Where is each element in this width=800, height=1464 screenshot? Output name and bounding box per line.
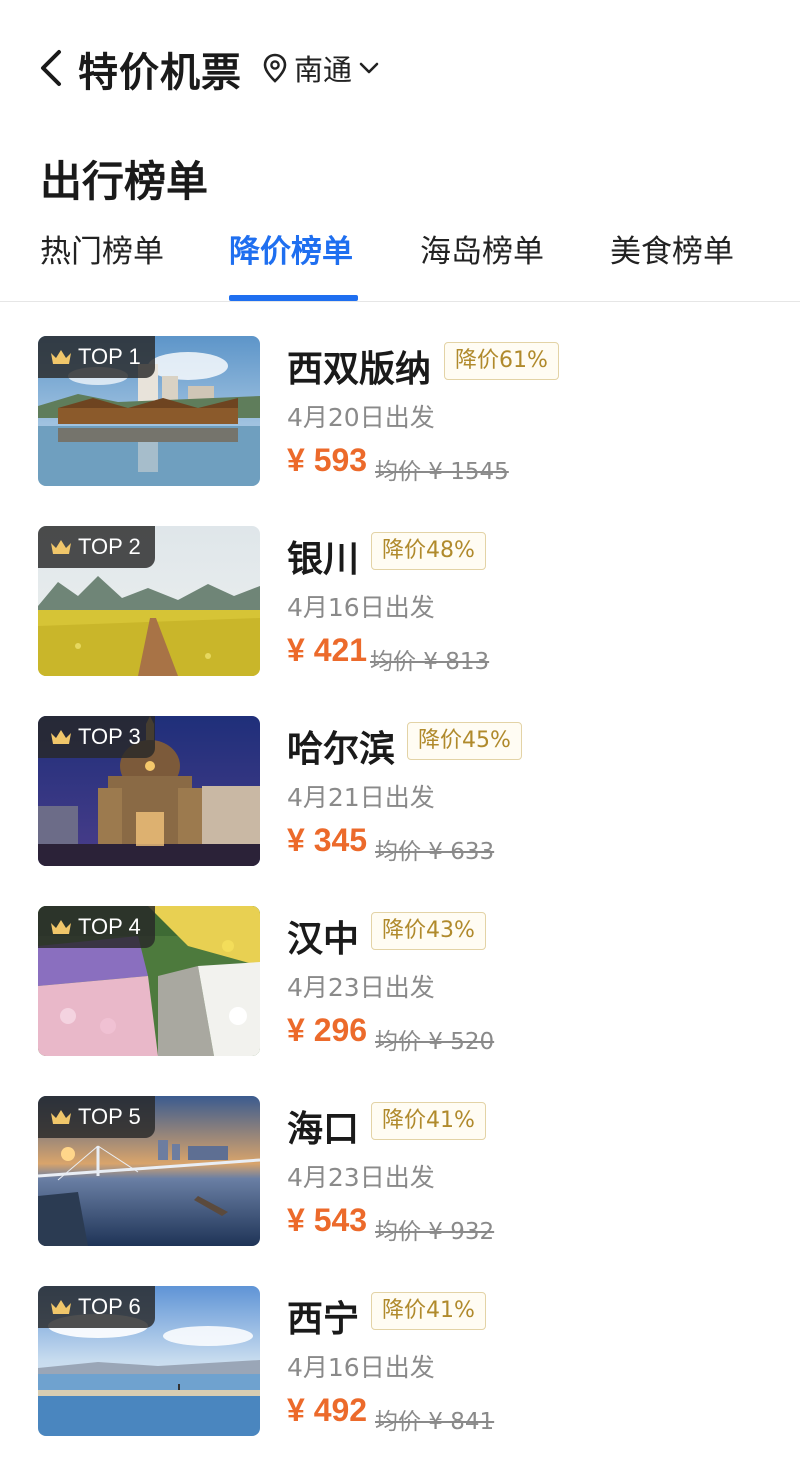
destination-photo: TOP 5 xyxy=(38,1096,260,1246)
departure-date: 4月16日出发 xyxy=(287,593,435,622)
city-name: 汉中 xyxy=(287,919,360,960)
current-price: ¥ 296 xyxy=(287,1012,368,1048)
discount-tag: 降价43% xyxy=(371,912,486,950)
city-name: 西宁 xyxy=(287,1299,360,1340)
average-price: 均价 ¥ 932 xyxy=(375,1219,495,1245)
location-label: 南通 xyxy=(294,53,353,87)
average-price: 均价 ¥ 1545 xyxy=(375,459,509,485)
rank-badge: TOP 2 xyxy=(38,526,155,568)
crown-icon xyxy=(51,540,71,554)
location-selector[interactable]: 南通 xyxy=(262,46,380,90)
section-title: 出行榜单 xyxy=(40,157,209,206)
tab-food[interactable]: 美食榜单 xyxy=(610,230,734,290)
active-tab-indicator xyxy=(229,295,358,301)
crown-icon xyxy=(51,350,71,364)
departure-date: 4月23日出发 xyxy=(287,973,435,1002)
discount-tag: 降价45% xyxy=(407,722,522,760)
destination-photo: TOP 3 xyxy=(38,716,260,866)
chevron-left-icon xyxy=(41,50,61,86)
rank-badge: TOP 6 xyxy=(38,1286,155,1328)
rank-label: TOP 4 xyxy=(78,914,141,939)
tab-island[interactable]: 海岛榜单 xyxy=(420,230,544,290)
rank-badge: TOP 4 xyxy=(38,906,155,948)
rank-label: TOP 6 xyxy=(78,1294,141,1319)
discount-tag: 降价61% xyxy=(444,342,559,380)
list-item[interactable]: TOP 3 哈尔滨 降价45% 4月21日出发 ¥ 345 均价 ¥ 633 xyxy=(0,682,800,872)
location-pin-icon xyxy=(263,53,287,83)
rank-label: TOP 1 xyxy=(78,344,141,369)
destination-photo: TOP 6 xyxy=(38,1286,260,1436)
departure-date: 4月16日出发 xyxy=(287,1353,435,1382)
discount-tag: 降价41% xyxy=(371,1102,486,1140)
rank-badge: TOP 3 xyxy=(38,716,155,758)
current-price: ¥ 345 xyxy=(287,822,368,858)
destination-photo: TOP 4 xyxy=(38,906,260,1056)
top-bar: 特价机票 南通 xyxy=(0,0,800,130)
city-name: 哈尔滨 xyxy=(287,729,396,770)
crown-icon xyxy=(51,1110,71,1124)
current-price: ¥ 593 xyxy=(287,442,368,478)
rank-badge: TOP 1 xyxy=(38,336,155,378)
tab-bar: 热门榜单 降价榜单 海岛榜单 美食榜单 xyxy=(0,220,800,302)
list-item[interactable]: TOP 6 西宁 降价41% 4月16日出发 ¥ 492 均价 ¥ 841 xyxy=(0,1252,800,1442)
crown-icon xyxy=(51,730,71,744)
rank-label: TOP 3 xyxy=(78,724,141,749)
departure-date: 4月21日出发 xyxy=(287,783,435,812)
rank-badge: TOP 5 xyxy=(38,1096,155,1138)
list-item[interactable]: TOP 1 西双版纳 降价61% 4月20日出发 ¥ 593 均价 ¥ 1545 xyxy=(0,302,800,492)
city-name: 海口 xyxy=(287,1109,360,1150)
discount-tag: 降价48% xyxy=(371,532,486,570)
average-price: 均价 ¥ 813 xyxy=(370,649,490,675)
average-price: 均价 ¥ 520 xyxy=(375,1029,495,1055)
current-price: ¥ 492 xyxy=(287,1392,368,1428)
departure-date: 4月23日出发 xyxy=(287,1163,435,1192)
average-price: 均价 ¥ 841 xyxy=(375,1409,495,1435)
back-button[interactable] xyxy=(30,44,70,92)
discount-tag: 降价41% xyxy=(371,1292,486,1330)
city-name: 西双版纳 xyxy=(287,349,432,390)
destination-photo: TOP 2 xyxy=(38,526,260,676)
departure-date: 4月20日出发 xyxy=(287,403,435,432)
list-item[interactable]: TOP 4 汉中 降价43% 4月23日出发 ¥ 296 均价 ¥ 520 xyxy=(0,872,800,1062)
destination-photo: TOP 1 xyxy=(38,336,260,486)
page-title: 特价机票 xyxy=(78,50,242,96)
city-name: 银川 xyxy=(287,539,360,580)
current-price: ¥ 421 xyxy=(287,632,368,668)
average-price: 均价 ¥ 633 xyxy=(375,839,495,865)
chevron-down-icon xyxy=(359,62,379,74)
tab-price-drop[interactable]: 降价榜单 xyxy=(229,230,353,290)
tab-hot[interactable]: 热门榜单 xyxy=(40,230,164,290)
list-item[interactable]: TOP 5 海口 降价41% 4月23日出发 ¥ 543 均价 ¥ 932 xyxy=(0,1062,800,1252)
crown-icon xyxy=(51,1300,71,1314)
rank-label: TOP 5 xyxy=(78,1104,141,1129)
current-price: ¥ 543 xyxy=(287,1202,368,1238)
crown-icon xyxy=(51,920,71,934)
rank-label: TOP 2 xyxy=(78,534,141,559)
list-item[interactable]: TOP 2 银川 降价48% 4月16日出发 ¥ 421 均价 ¥ 813 xyxy=(0,492,800,682)
